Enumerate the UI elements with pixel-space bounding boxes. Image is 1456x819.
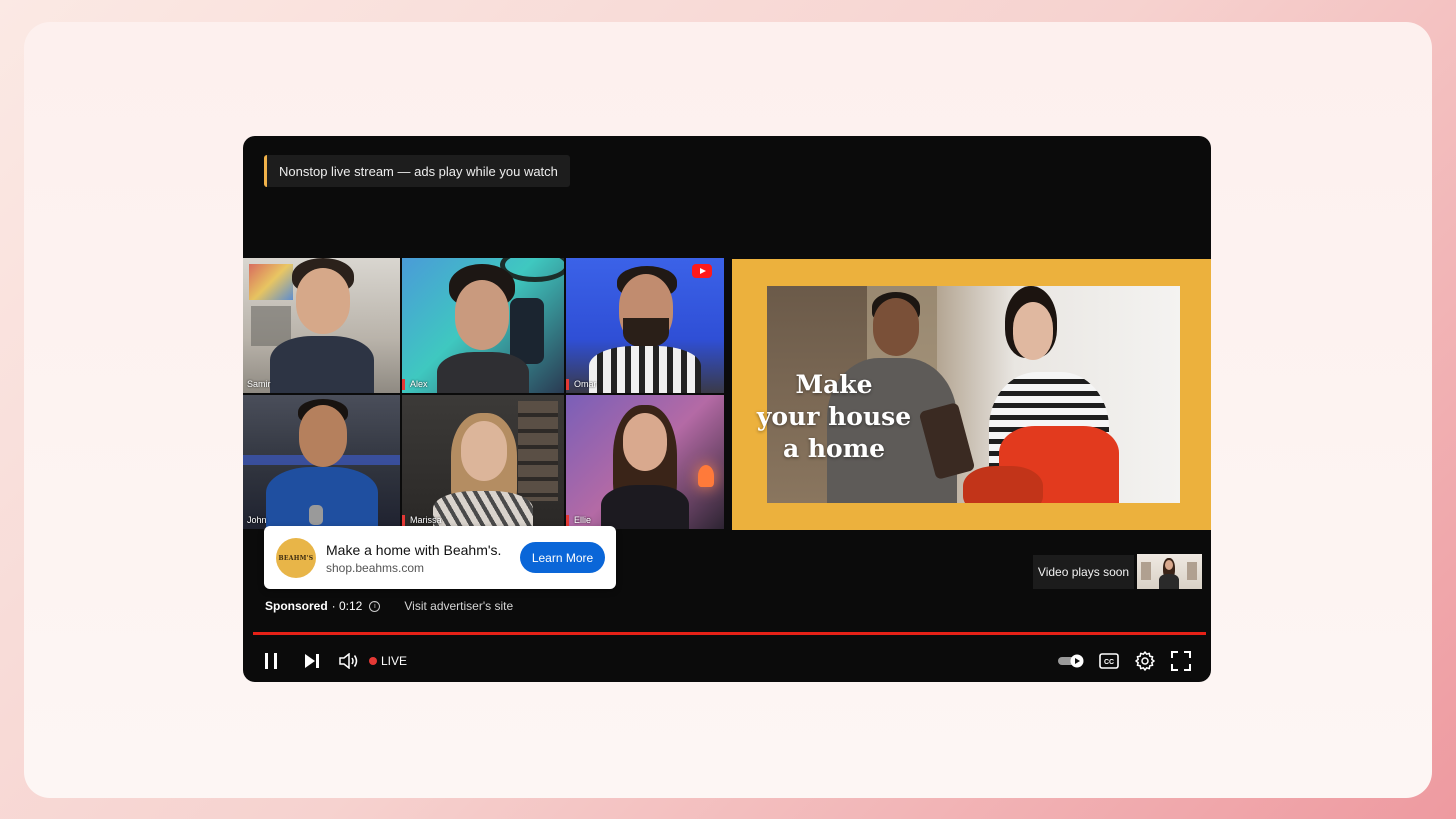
autoplay-toggle-icon [1058, 654, 1084, 668]
video-plays-soon-label: Video plays soon [1037, 565, 1130, 579]
ad-headline-line: your house [756, 402, 912, 431]
live-label: LIVE [381, 654, 408, 668]
next-icon [305, 654, 319, 668]
participant-name: Ellie [574, 515, 592, 525]
stream-banner-text: Nonstop live stream — ads play while you… [279, 163, 558, 179]
participant-tile[interactable]: John [243, 395, 400, 529]
participant-tile[interactable]: Samir [243, 258, 400, 393]
ad-url[interactable]: shop.beahms.com [326, 561, 424, 575]
ad-title: Make a home with Beahm's. [326, 542, 502, 558]
participant-tile[interactable]: Omar [566, 258, 724, 393]
participant-tile[interactable]: Alex [402, 258, 564, 393]
ad-info: Sponsored · 0:12 i Visit advertiser's si… [265, 599, 513, 613]
stream-banner: Nonstop live stream — ads play while you… [264, 155, 570, 187]
fullscreen-icon [1171, 651, 1191, 671]
visit-advertiser-link[interactable]: Visit advertiser's site [404, 599, 513, 613]
youtube-icon [692, 264, 712, 278]
mic-indicator [566, 379, 569, 390]
learn-more-button[interactable]: Learn More [520, 542, 605, 573]
video-plays-soon: Video plays soon [1033, 555, 1134, 589]
pause-icon [265, 653, 277, 669]
participant-name: Samir [247, 379, 271, 389]
captions-button[interactable]: CC [1097, 641, 1121, 681]
sponsored-label: Sponsored [265, 599, 328, 613]
ad-card[interactable]: BEAHM'S Make a home with Beahm's. shop.b… [264, 526, 616, 589]
mic-indicator [566, 515, 569, 526]
next-video-thumbnail[interactable] [1137, 554, 1202, 589]
ad-headline-line: a home [782, 434, 886, 463]
info-icon[interactable]: i [369, 600, 381, 612]
participant-name: Alex [410, 379, 428, 389]
fullscreen-button[interactable] [1169, 641, 1193, 681]
autoplay-toggle[interactable] [1056, 641, 1086, 681]
participant-name: John [247, 515, 267, 525]
participant-tile[interactable]: Ellie [566, 395, 724, 529]
ad-headline-line: Make [795, 370, 873, 399]
settings-gear-icon [1135, 651, 1155, 671]
participant-grid: Samir Alex Omar John Marissa Ellie [243, 258, 724, 530]
volume-icon [339, 653, 358, 669]
progress-bar[interactable] [253, 632, 1206, 635]
svg-text:CC: CC [1104, 659, 1114, 666]
next-button[interactable] [301, 641, 323, 681]
participant-tile[interactable]: Marissa [402, 395, 564, 529]
participant-name: Marissa [410, 515, 442, 525]
mic-indicator [402, 379, 405, 390]
mic-indicator [402, 515, 405, 526]
captions-icon: CC [1099, 653, 1119, 669]
live-dot [369, 657, 377, 665]
pause-button[interactable] [260, 641, 282, 681]
player-controls: LIVE CC [243, 641, 1211, 681]
ad-creative-frame[interactable]: Make your house a home [732, 259, 1211, 530]
settings-button[interactable] [1133, 641, 1157, 681]
ad-time: · 0:12 [331, 599, 363, 613]
video-player[interactable]: Nonstop live stream — ads play while you… [243, 136, 1211, 682]
participant-name: Omar [574, 379, 597, 389]
advertiser-logo: BEAHM'S [276, 538, 316, 578]
volume-button[interactable] [337, 641, 361, 681]
ad-headline: Make your house a home [754, 369, 914, 465]
live-indicator[interactable]: LIVE [369, 654, 407, 668]
